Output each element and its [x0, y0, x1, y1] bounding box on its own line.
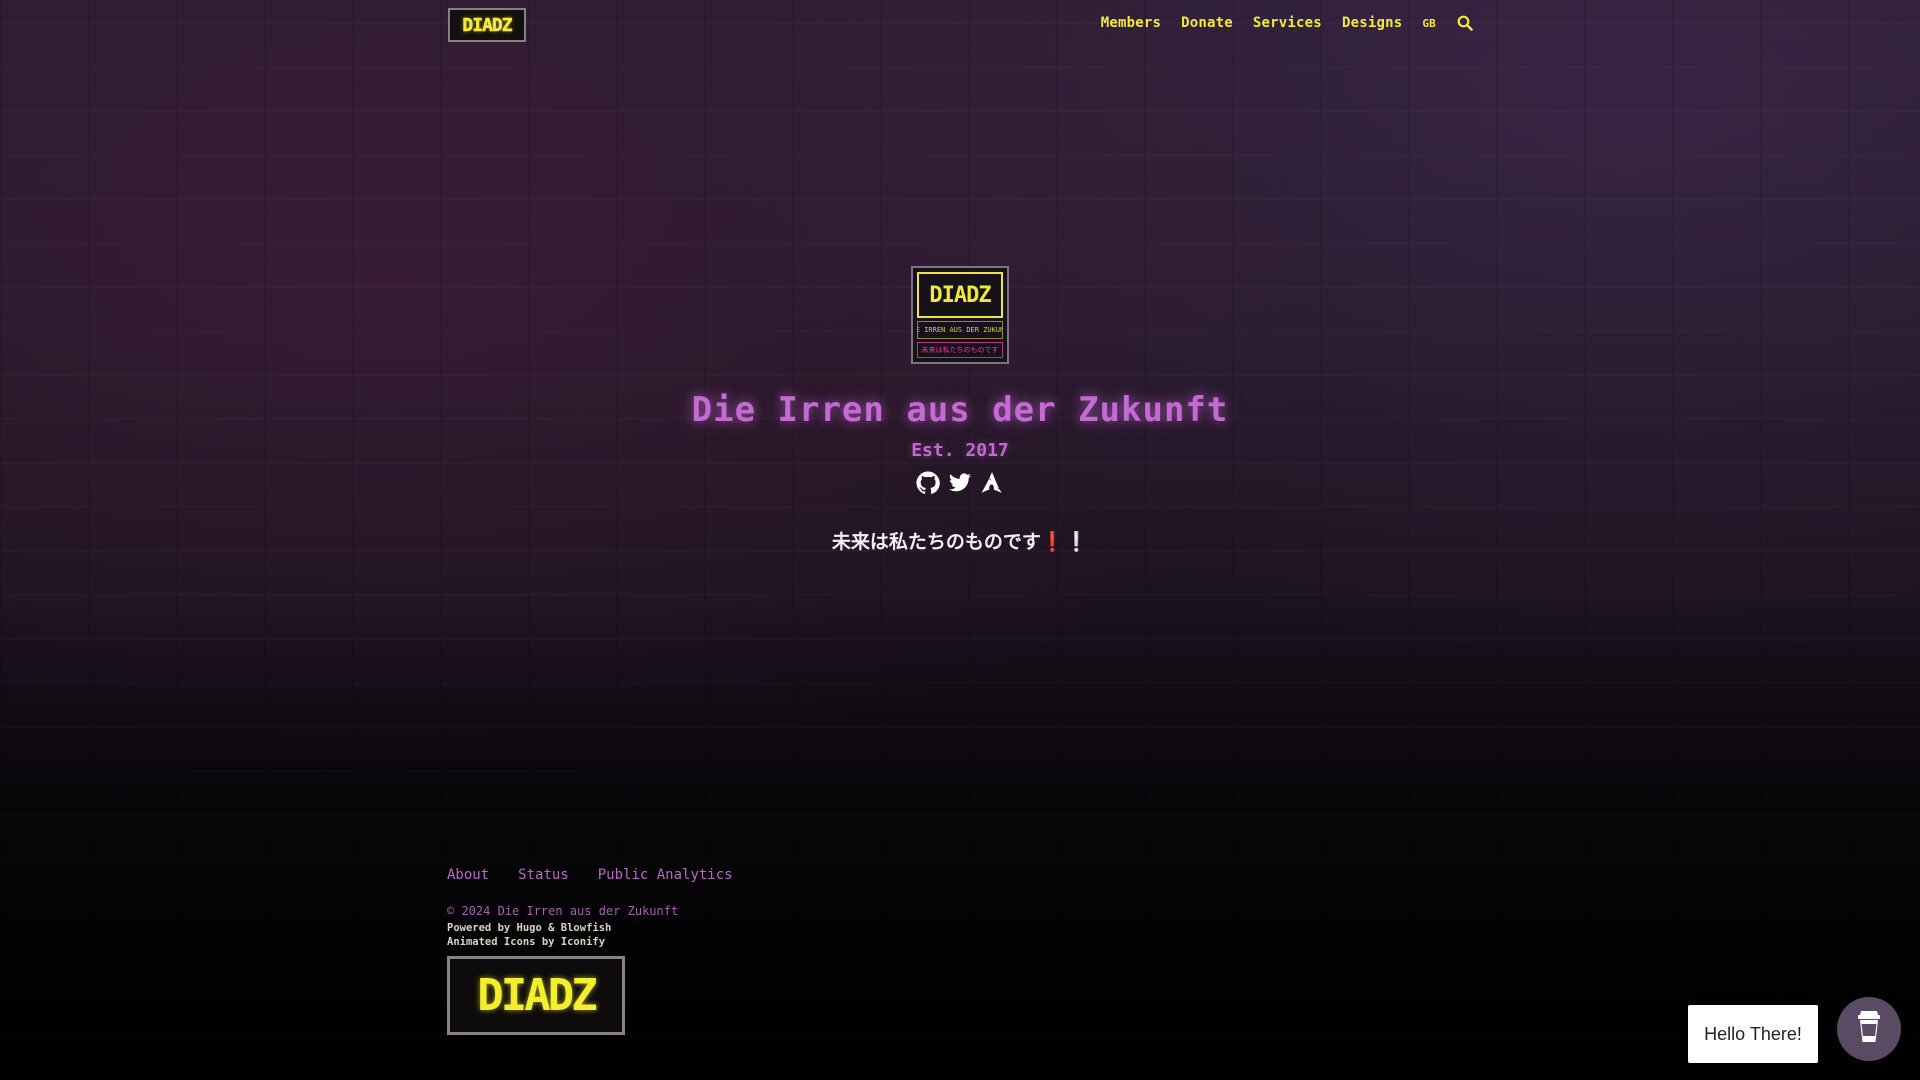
nav-designs[interactable]: Designs — [1342, 15, 1402, 31]
header-logo[interactable]: DIADZ — [448, 8, 526, 42]
site-avatar: DIADZ DIE IRREN AUS DER ZUKUNFT 未来は私たちのも… — [911, 266, 1009, 364]
avatar-tagline-panel: 未来は私たちのものです — [917, 342, 1003, 358]
nav-members[interactable]: Members — [1101, 15, 1161, 31]
icons-credit-text: Animated Icons by Iconify — [447, 936, 606, 948]
footer-link-status[interactable]: Status — [518, 867, 569, 883]
avatar-tagline-text: 未来は私たちのものです — [921, 346, 999, 354]
footer-link-about[interactable]: About — [447, 867, 489, 883]
page-title: Die Irren aus der Zukunft — [691, 390, 1229, 430]
page-subtitle: Est. 2017 — [911, 440, 1009, 461]
avatar-logo-text: DIADZ — [929, 282, 991, 308]
copyright-text: © 2024 Die Irren aus der Zukunft — [447, 904, 679, 918]
arch-linux-icon[interactable] — [980, 471, 1004, 495]
search-icon[interactable] — [1456, 14, 1474, 32]
social-links — [916, 471, 1004, 495]
buy-me-a-coffee-button[interactable] — [1837, 997, 1901, 1061]
footer-logo-text: DIADZ — [477, 970, 597, 1021]
twitter-icon[interactable] — [948, 471, 972, 495]
avatar-name-text: DIE IRREN AUS DER ZUKUNFT — [918, 326, 1002, 334]
site-footer: About Status Public Analytics © 2024 Die… — [447, 867, 1147, 1035]
footer-nav: About Status Public Analytics — [447, 867, 1147, 883]
site-header: DIADZ Members Donate Services Designs GB — [448, 0, 1474, 52]
main-nav: Members Donate Services Designs GB — [1101, 14, 1474, 32]
hero-tagline: 未来は私たちのものです❗❕ — [831, 531, 1089, 553]
chat-greeting-bubble[interactable]: Hello There! — [1688, 1005, 1818, 1063]
coffee-cup-icon — [1854, 1009, 1884, 1049]
chat-greeting-text: Hello There! — [1704, 1023, 1802, 1044]
footer-logo: DIADZ — [447, 956, 625, 1035]
avatar-name-panel: DIE IRREN AUS DER ZUKUNFT — [917, 321, 1003, 339]
nav-services[interactable]: Services — [1253, 15, 1322, 31]
powered-by-text: Powered by Hugo & Blowfish — [447, 922, 612, 934]
footer-link-public-analytics[interactable]: Public Analytics — [598, 867, 733, 883]
avatar-logo-panel: DIADZ — [917, 272, 1003, 318]
hero-section: DIADZ DIE IRREN AUS DER ZUKUNFT 未来は私たちのも… — [0, 266, 1920, 554]
github-icon[interactable] — [916, 471, 940, 495]
language-switcher[interactable]: GB — [1422, 17, 1436, 30]
header-logo-text: DIADZ — [462, 14, 513, 36]
nav-donate[interactable]: Donate — [1181, 15, 1233, 31]
